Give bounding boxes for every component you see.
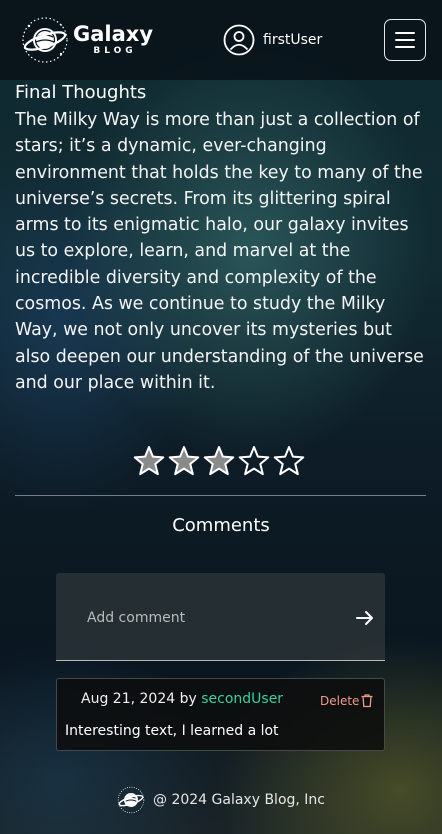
star-icon[interactable] (202, 444, 236, 478)
delete-comment-button[interactable]: Delete (320, 693, 374, 708)
top-nav-bar: Galaxy BLOG firstUser (0, 0, 442, 80)
article-body: The Milky Way is more than just a collec… (15, 110, 424, 393)
comment-date: Aug 21, 2024 (81, 691, 176, 707)
comment-by: by (179, 691, 197, 707)
arrow-right-icon[interactable] (354, 607, 376, 629)
footer-copyright: @ 2024 Galaxy Blog, Inc (153, 792, 325, 808)
user-circle-icon (223, 24, 255, 56)
section-title: Final Thoughts (15, 82, 147, 103)
star-icon[interactable] (167, 444, 201, 478)
logo-subtitle: BLOG (93, 46, 137, 56)
comment-text: Interesting text, I learned a lot (65, 723, 279, 739)
delete-label: Delete (320, 693, 360, 708)
star-rating[interactable] (132, 444, 306, 478)
hamburger-menu-icon (395, 32, 415, 34)
user-account[interactable]: firstUser (223, 24, 322, 56)
comment-meta: Aug 21, 2024 by secondUser (81, 691, 283, 707)
logo-title: Galaxy (73, 22, 154, 46)
comment-input[interactable] (87, 606, 327, 630)
star-icon[interactable] (237, 444, 271, 478)
planet-logo-icon (117, 786, 145, 814)
comments-heading: Comments (172, 515, 270, 536)
comment-author[interactable]: secondUser (201, 691, 283, 707)
username-label: firstUser (263, 32, 323, 48)
planet-logo-icon (22, 17, 68, 63)
add-comment-box (56, 573, 385, 661)
article-section: Final Thoughts The Milky Way is more tha… (15, 82, 431, 396)
site-logo[interactable]: Galaxy BLOG (21, 16, 153, 64)
hamburger-menu-button[interactable] (384, 19, 426, 61)
comment-item: Aug 21, 2024 by secondUser Delete Intere… (56, 678, 385, 751)
footer: @ 2024 Galaxy Blog, Inc (0, 786, 442, 814)
trash-icon (361, 694, 373, 708)
divider (15, 495, 426, 496)
star-icon[interactable] (272, 444, 306, 478)
star-icon[interactable] (132, 444, 166, 478)
